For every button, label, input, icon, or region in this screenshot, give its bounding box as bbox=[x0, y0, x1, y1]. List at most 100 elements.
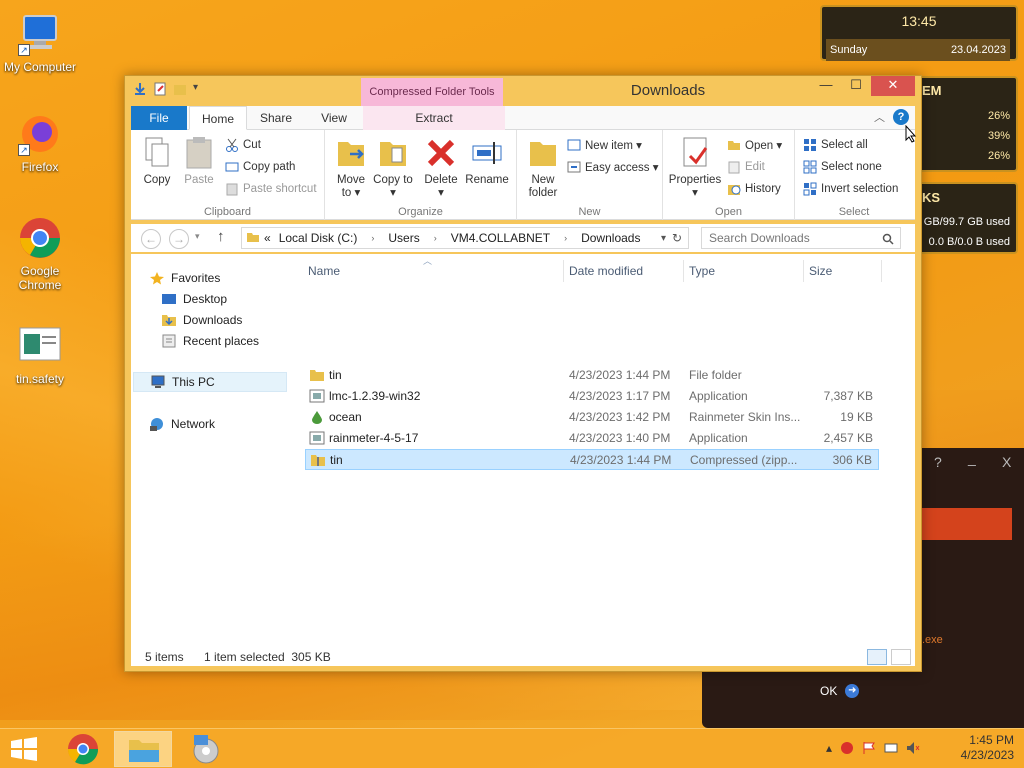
breadcrumb-local-disk[interactable]: Local Disk (C:) bbox=[279, 231, 358, 245]
rename-button[interactable]: Rename bbox=[463, 136, 511, 187]
chevron-down-icon[interactable]: ▾ bbox=[661, 233, 666, 244]
new-folder-button[interactable]: New folder bbox=[523, 136, 563, 200]
column-header-name[interactable]: Name bbox=[308, 264, 340, 278]
paste-shortcut-icon bbox=[225, 182, 239, 196]
large-icons-view-icon[interactable] bbox=[891, 649, 911, 665]
nav-favorites[interactable]: Favorites bbox=[149, 268, 220, 288]
select-all-button[interactable]: Select all bbox=[803, 136, 868, 154]
chevron-right-icon[interactable]: › bbox=[434, 233, 437, 243]
dialog-ok-button[interactable]: OK ➜ bbox=[820, 684, 860, 698]
copy-button[interactable]: Copy bbox=[137, 136, 177, 187]
column-header-size[interactable]: Size bbox=[809, 264, 832, 278]
cut-button[interactable]: Cut bbox=[225, 136, 261, 154]
file-name: tin bbox=[329, 368, 342, 382]
breadcrumb-downloads[interactable]: Downloads bbox=[581, 231, 640, 245]
title-bar[interactable]: ▾ Compressed Folder Tools Downloads — ☐ … bbox=[125, 76, 921, 106]
close-button[interactable]: ✕ bbox=[871, 76, 915, 96]
back-button[interactable]: ← bbox=[141, 229, 161, 249]
tab-extract[interactable]: Extract bbox=[363, 106, 505, 130]
taskbar-time: 1:45 PM bbox=[969, 733, 1014, 747]
group-organize: Move to ▾ Copy to ▾ Delete ▾ Rename Orga… bbox=[325, 130, 517, 220]
file-size: 306 KB bbox=[832, 453, 872, 467]
action-center-icon[interactable] bbox=[862, 741, 876, 758]
minimize-button[interactable]: — bbox=[811, 76, 841, 96]
copy-path-button[interactable]: Copy path bbox=[225, 158, 295, 176]
history-button[interactable]: History bbox=[727, 180, 781, 198]
address-row: ← → ▾ ↑ « Local Disk (C:) › Users › VM4.… bbox=[131, 224, 915, 252]
details-view-icon[interactable] bbox=[867, 649, 887, 665]
customize-toolbar-icon[interactable]: ▾ bbox=[193, 82, 207, 96]
paste-shortcut-button[interactable]: Paste shortcut bbox=[225, 180, 317, 198]
easy-access-button[interactable]: Easy access ▾ bbox=[567, 158, 659, 176]
disk-usage-2: 0.0 B/0.0 B used bbox=[928, 236, 1010, 248]
nav-downloads[interactable]: Downloads bbox=[161, 310, 242, 330]
desktop-icon-my-computer[interactable]: ↗ My Computer bbox=[0, 12, 80, 74]
move-to-button[interactable]: Move to ▾ bbox=[331, 136, 371, 200]
recent-locations-button[interactable]: ▾ bbox=[195, 231, 200, 242]
maximize-button[interactable]: ☐ bbox=[841, 76, 871, 96]
edit-button[interactable]: Edit bbox=[727, 158, 765, 176]
volume-muted-icon[interactable] bbox=[906, 741, 920, 758]
up-button[interactable]: ↑ bbox=[217, 228, 225, 245]
dialog-close-button[interactable]: X bbox=[1002, 454, 1011, 470]
folder-icon bbox=[309, 368, 325, 385]
file-row[interactable]: rainmeter-4-5-17 4/23/2023 1:40 PM Appli… bbox=[305, 428, 879, 449]
paste-button[interactable]: Paste bbox=[179, 136, 219, 187]
select-none-button[interactable]: Select none bbox=[803, 158, 882, 176]
network-tray-icon[interactable] bbox=[840, 741, 854, 758]
desktop-icon-tin-safety[interactable]: tin.safety bbox=[0, 324, 80, 386]
tab-share[interactable]: Share bbox=[247, 106, 305, 130]
taskbar-setup-app[interactable] bbox=[176, 731, 234, 767]
new-folder-icon[interactable] bbox=[173, 82, 187, 96]
column-header-date[interactable]: Date modified bbox=[569, 264, 643, 278]
breadcrumb-user[interactable]: VM4.COLLABNET bbox=[451, 231, 550, 245]
properties-button[interactable]: Properties ▾ bbox=[665, 136, 725, 200]
file-size: 7,387 KB bbox=[823, 389, 873, 403]
open-folder-icon bbox=[727, 138, 741, 152]
tab-home[interactable]: Home bbox=[189, 106, 247, 130]
nav-network[interactable]: Network bbox=[149, 414, 215, 434]
taskbar-clock[interactable]: 1:45 PM 4/23/2023 bbox=[961, 733, 1014, 763]
search-input[interactable]: Search Downloads bbox=[701, 227, 901, 249]
open-button[interactable]: Open ▾ bbox=[727, 136, 782, 154]
nav-recent-places[interactable]: Recent places bbox=[161, 331, 259, 351]
desktop-icon-chrome[interactable]: Google Chrome bbox=[0, 216, 80, 292]
dialog-help-button[interactable]: ? bbox=[934, 454, 942, 470]
properties-icon[interactable] bbox=[153, 82, 167, 96]
address-prefix[interactable]: « bbox=[264, 231, 271, 245]
copy-to-button[interactable]: Copy to ▾ bbox=[373, 136, 413, 200]
file-list: ︿ Name Date modified Type Size tin 4/23/… bbox=[301, 254, 915, 648]
column-header-type[interactable]: Type bbox=[689, 264, 715, 278]
help-icon[interactable]: ? bbox=[893, 109, 909, 125]
nav-desktop[interactable]: Desktop bbox=[161, 289, 227, 309]
breadcrumb-users[interactable]: Users bbox=[388, 231, 419, 245]
chevron-up-icon[interactable]: ︿ bbox=[874, 109, 885, 125]
taskbar-chrome[interactable] bbox=[54, 731, 112, 767]
delete-button[interactable]: Delete ▾ bbox=[421, 136, 461, 200]
chevron-right-icon[interactable]: › bbox=[371, 233, 374, 243]
tab-file[interactable]: File bbox=[131, 106, 187, 130]
invert-selection-button[interactable]: Invert selection bbox=[803, 180, 898, 198]
file-row-selected[interactable]: tin 4/23/2023 1:44 PM Compressed (zipp..… bbox=[305, 449, 879, 470]
file-row[interactable]: lmc-1.2.39-win32 4/23/2023 1:17 PM Appli… bbox=[305, 386, 879, 407]
forward-button[interactable]: → bbox=[169, 229, 189, 249]
nav-this-pc[interactable]: This PC bbox=[133, 372, 287, 392]
windows-start-icon[interactable] bbox=[10, 737, 38, 764]
file-size: 2,457 KB bbox=[823, 431, 873, 445]
explorer-window: ▾ Compressed Folder Tools Downloads — ☐ … bbox=[124, 75, 922, 672]
file-row[interactable]: ocean 4/23/2023 1:42 PM Rainmeter Skin I… bbox=[305, 407, 879, 428]
download-icon[interactable] bbox=[133, 82, 147, 96]
dialog-minimize-button[interactable]: _ bbox=[968, 450, 976, 466]
chevron-right-icon[interactable]: › bbox=[564, 233, 567, 243]
show-hidden-icons-icon[interactable]: ▴ bbox=[826, 741, 832, 758]
wifi-icon[interactable] bbox=[884, 741, 898, 758]
file-size: 19 KB bbox=[840, 410, 873, 424]
address-bar[interactable]: « Local Disk (C:) › Users › VM4.COLLABNE… bbox=[241, 227, 689, 249]
new-item-button[interactable]: New item ▾ bbox=[567, 136, 642, 154]
taskbar-file-explorer[interactable] bbox=[114, 731, 172, 767]
file-row[interactable]: tin 4/23/2023 1:44 PM File folder bbox=[305, 365, 879, 386]
shortcut-arrow-icon: ↗ bbox=[18, 144, 30, 156]
tab-view[interactable]: View bbox=[305, 106, 363, 130]
desktop-icon-firefox[interactable]: ↗ Firefox bbox=[0, 112, 80, 174]
refresh-icon[interactable]: ↻ bbox=[672, 231, 682, 245]
